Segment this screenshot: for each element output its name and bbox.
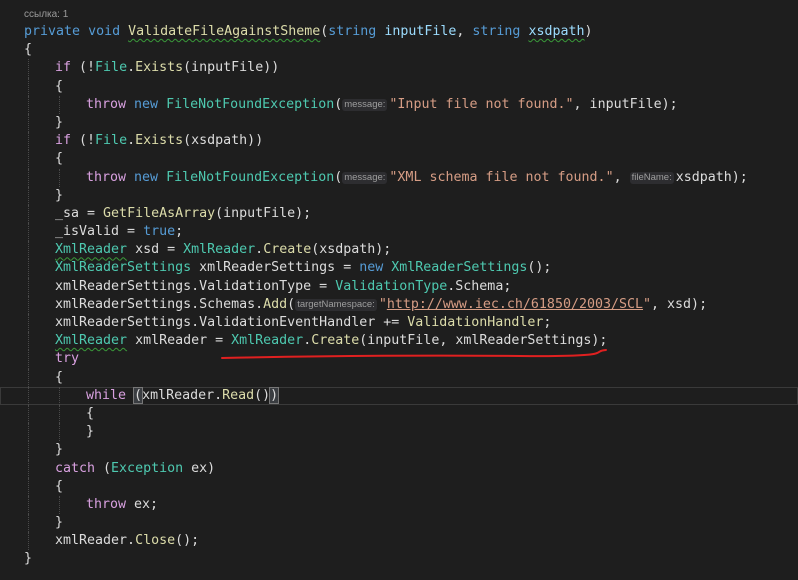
url-link[interactable]: http://www.iec.ch/61850/2003/SCL — [387, 297, 643, 312]
code-line: xmlReaderSettings.ValidationType = Valid… — [0, 277, 798, 296]
code-line: { — [0, 404, 798, 424]
code-line: XmlReader xsd = XmlReader.Create(xsdpath… — [0, 241, 798, 260]
code-line: XmlReaderSettings xmlReaderSettings = ne… — [0, 259, 798, 278]
code-line: catch (Exception ex) — [0, 459, 798, 478]
parameter-hint: message: — [342, 171, 388, 184]
code-line: } — [0, 514, 798, 533]
parameter-hint: fileName: — [629, 171, 674, 184]
code-line: { — [0, 150, 798, 169]
code-line: { — [0, 368, 798, 387]
code-line: throw new FileNotFoundException(message:… — [0, 168, 798, 187]
method-name: ValidateFileAgainstSheme — [128, 24, 321, 39]
code-line: } — [24, 551, 33, 567]
code-line: _sa = GetFileAsArray(inputFile); — [0, 204, 798, 224]
code-line: if (!File.Exists(inputFile)) — [0, 59, 798, 78]
parameter-hint: targetNamespace: — [295, 298, 377, 311]
code-line: private void ValidateFileAgainstSheme(st… — [24, 24, 593, 39]
code-line: } — [0, 441, 798, 460]
matching-brace: ( — [133, 386, 144, 404]
code-line: if (!File.Exists(xsdpath)) — [0, 132, 798, 151]
code-line: try — [0, 350, 798, 369]
code-line: xmlReaderSettings.ValidationEventHandler… — [0, 314, 798, 333]
code-line: xmlReader.Close(); — [0, 532, 798, 551]
code-line: { — [0, 77, 798, 96]
code-line: { — [24, 42, 33, 58]
code-line: xmlReaderSettings.Schemas.Add(targetName… — [0, 295, 798, 314]
code-line: { — [0, 477, 798, 496]
code-line: } — [0, 423, 798, 442]
codelens-references[interactable]: ссылка: 1 — [24, 9, 68, 20]
text-caret — [278, 386, 280, 402]
matching-brace: ) — [269, 386, 280, 404]
parameter-hint: message: — [342, 98, 388, 111]
code-line: XmlReader xmlReader = XmlReader.Create(i… — [0, 332, 798, 351]
code-line: } — [0, 186, 798, 205]
current-line[interactable]: while (xmlReader.Read()) — [0, 386, 798, 405]
code-line: throw ex; — [0, 495, 798, 515]
code-editor[interactable]: private void ValidateFileAgainstSheme(st… — [0, 23, 798, 569]
code-line: } — [0, 113, 798, 133]
code-line: throw new FileNotFoundException(message:… — [0, 95, 798, 114]
code-line: _isValid = true; — [0, 223, 798, 242]
